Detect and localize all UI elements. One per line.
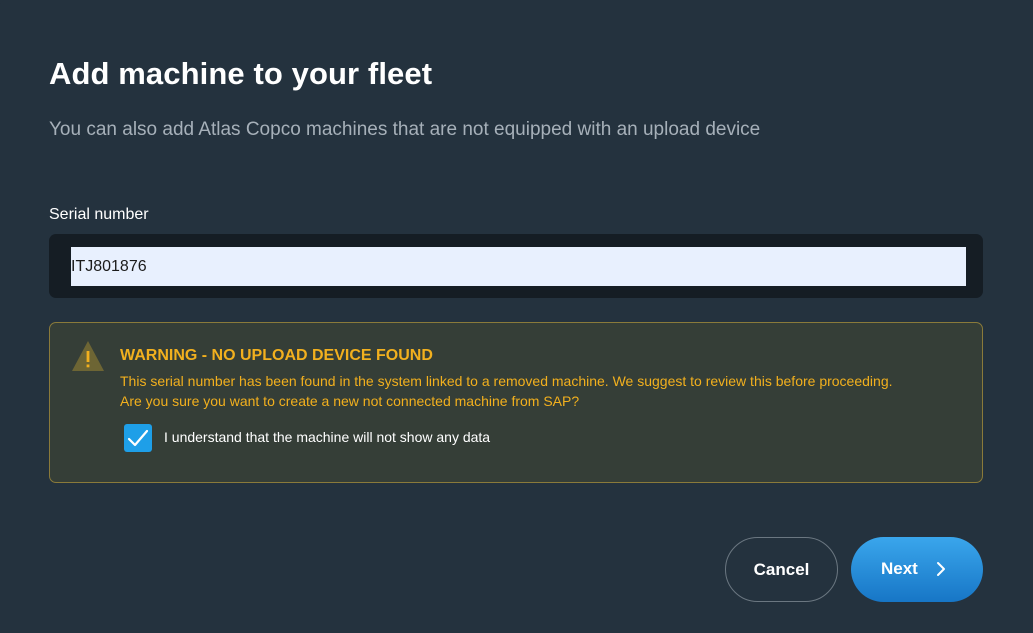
warning-message-line: This serial number has been found in the… [120,373,893,389]
next-button[interactable]: Next [851,537,983,602]
dialog-title: Add machine to your fleet [49,56,433,91]
serial-number-label: Serial number [49,206,149,223]
warning-title: WARNING - NO UPLOAD DEVICE FOUND [120,347,433,364]
serial-number-field-container [49,234,983,298]
checkmark-icon [127,429,149,447]
cancel-button[interactable]: Cancel [725,537,838,602]
understand-checkbox[interactable] [124,424,152,452]
understand-checkbox-label[interactable]: I understand that the machine will not s… [164,429,490,445]
add-machine-dialog: Add machine to your fleet You can also a… [0,0,1033,633]
warning-message-line: Are you sure you want to create a new no… [120,393,580,409]
warning-triangle-icon [72,341,104,371]
serial-number-input[interactable] [71,247,966,286]
warning-panel: WARNING - NO UPLOAD DEVICE FOUND This se… [49,322,983,483]
chevron-right-icon [937,562,945,576]
next-button-label: Next [881,559,918,578]
warning-message: This serial number has been found in the… [120,371,970,411]
dialog-subtitle: You can also add Atlas Copco machines th… [49,119,761,140]
